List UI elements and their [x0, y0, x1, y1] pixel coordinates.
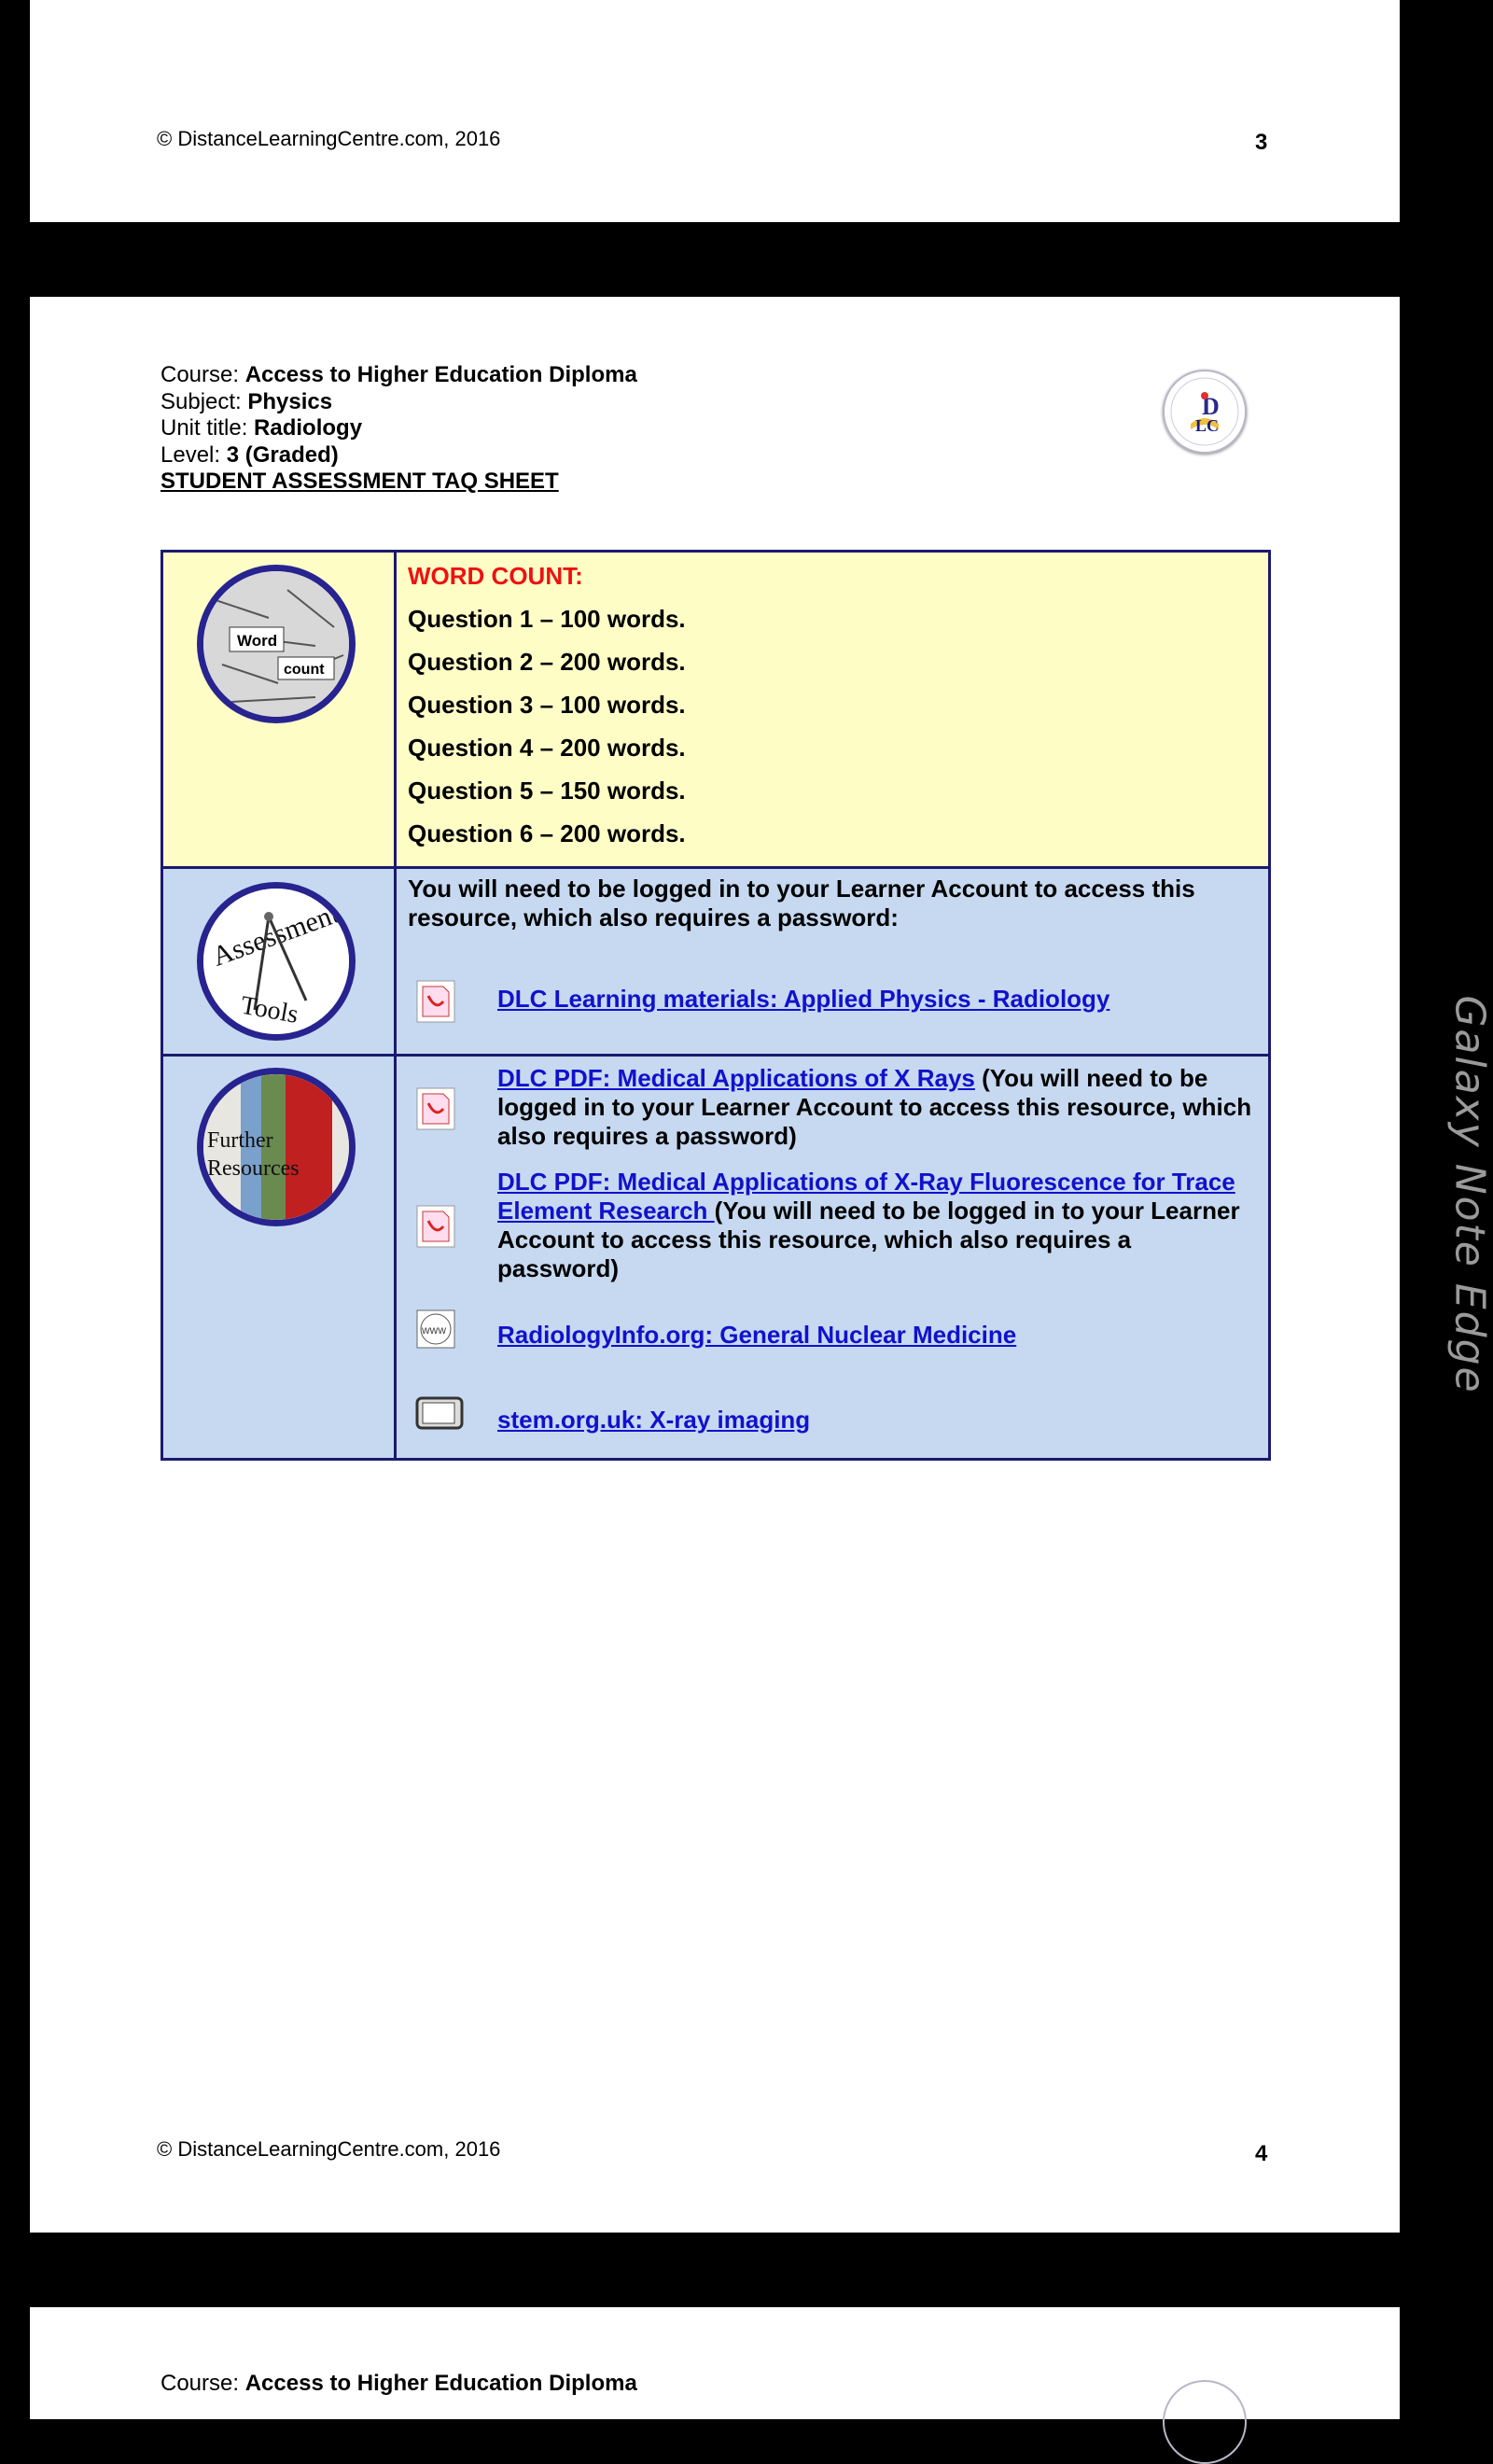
assessment-link-row: DLC Learning materials: Applied Physics … — [497, 985, 1257, 1014]
course-label: Course: — [160, 2371, 239, 2396]
word-count-badge: Word count — [197, 565, 356, 723]
further-content: DLC PDF: Medical Applications of X Rays … — [397, 1057, 1268, 1458]
course-label: Course: — [160, 362, 239, 387]
medical-xrays-pdf-link[interactable]: DLC PDF: Medical Applications of X Rays — [497, 1064, 975, 1092]
resource-item-3: RadiologyInfo.org: General Nuclear Medic… — [497, 1321, 1257, 1350]
stem-xray-imaging-link[interactable]: stem.org.uk: X-ray imaging — [497, 1406, 810, 1434]
page5-course-line: Course: Access to Higher Education Diplo… — [160, 2371, 637, 2397]
word-count-title: WORD COUNT: — [408, 562, 583, 591]
watermark-text: Galaxy Note Edge — [1446, 995, 1493, 1393]
page-3: © DistanceLearningCentre.com, 2016 3 — [30, 0, 1400, 222]
word-count-badge-cell: Word count — [163, 553, 397, 866]
course-value: Access to Higher Education Diploma — [245, 2371, 637, 2396]
assessment-tools-badge: Assessment Tools — [197, 882, 356, 1041]
pdf-icon — [415, 1204, 456, 1249]
assessment-content: You will need to be logged in to your Le… — [397, 869, 1268, 1054]
word-count-content: WORD COUNT: Question 1 – 100 words. Ques… — [397, 553, 1268, 866]
resource-item-2: DLC PDF: Medical Applications of X-Ray F… — [497, 1168, 1257, 1283]
login-note: You will need to be logged in to your Le… — [408, 875, 1249, 932]
subject-label: Subject: — [160, 389, 242, 414]
pdf-icon — [415, 979, 456, 1024]
dlc-logo: D LC — [1163, 370, 1247, 454]
galaxy-note-edge-watermark: Galaxy Note Edge — [1442, 989, 1493, 1400]
badge-word-text: Word — [237, 632, 277, 650]
badge-count-text: count — [284, 662, 325, 678]
sheet-title: STUDENT ASSESSMENT TAQ SHEET — [160, 469, 637, 496]
badge-further-text: Further — [207, 1128, 273, 1153]
question-2: Question 2 – 200 words. — [408, 648, 686, 677]
svg-text:LC: LC — [1195, 416, 1219, 435]
resource-item-4: stem.org.uk: X-ray imaging — [497, 1406, 1257, 1435]
course-value: Access to Higher Education Diploma — [245, 362, 637, 387]
radiologyinfo-link[interactable]: RadiologyInfo.org: General Nuclear Medic… — [497, 1321, 1016, 1349]
page-number: 3 — [1255, 130, 1267, 156]
subject-value: Physics — [247, 389, 332, 414]
dlc-logo — [1163, 2380, 1247, 2464]
badge-resources-text: Resources — [207, 1156, 300, 1181]
further-resources-row: Further Resources DLC PDF: Medical Appli… — [163, 1057, 1268, 1458]
tv-icon — [415, 1394, 456, 1439]
further-resources-badge: Further Resources — [197, 1068, 356, 1226]
page-5: Course: Access to Higher Education Diplo… — [30, 2307, 1400, 2419]
question-3: Question 3 – 100 words. — [408, 691, 686, 720]
dlc-learning-materials-link[interactable]: DLC Learning materials: Applied Physics … — [497, 985, 1109, 1013]
taq-table: Word count WORD COUNT: Question 1 – 100 … — [160, 550, 1271, 1461]
svg-text:www: www — [421, 1323, 446, 1337]
footer-copyright: © DistanceLearningCentre.com, 2016 — [157, 2137, 500, 2162]
www-icon: www — [415, 1309, 456, 1353]
question-1: Question 1 – 100 words. — [408, 605, 686, 634]
question-6: Question 6 – 200 words. — [408, 819, 686, 848]
question-4: Question 4 – 200 words. — [408, 734, 686, 763]
level-value: 3 (Graded) — [227, 442, 339, 468]
question-5: Question 5 – 150 words. — [408, 777, 686, 805]
word-count-row: Word count WORD COUNT: Question 1 – 100 … — [163, 553, 1268, 869]
pdf-icon — [415, 1086, 456, 1131]
unit-label: Unit title: — [160, 415, 247, 441]
assessment-row: Assessment Tools You will need to be log… — [163, 869, 1268, 1057]
level-label: Level: — [160, 442, 220, 468]
document-header: Course: Access to Higher Education Diplo… — [160, 362, 637, 496]
further-badge-cell: Further Resources — [163, 1057, 397, 1458]
footer-copyright: © DistanceLearningCentre.com, 2016 — [157, 127, 500, 151]
unit-value: Radiology — [254, 415, 362, 441]
assessment-badge-cell: Assessment Tools — [163, 869, 397, 1054]
resource-item-1: DLC PDF: Medical Applications of X Rays … — [497, 1064, 1257, 1151]
page-number: 4 — [1255, 2141, 1267, 2167]
page-4: Course: Access to Higher Education Diplo… — [30, 297, 1400, 2233]
